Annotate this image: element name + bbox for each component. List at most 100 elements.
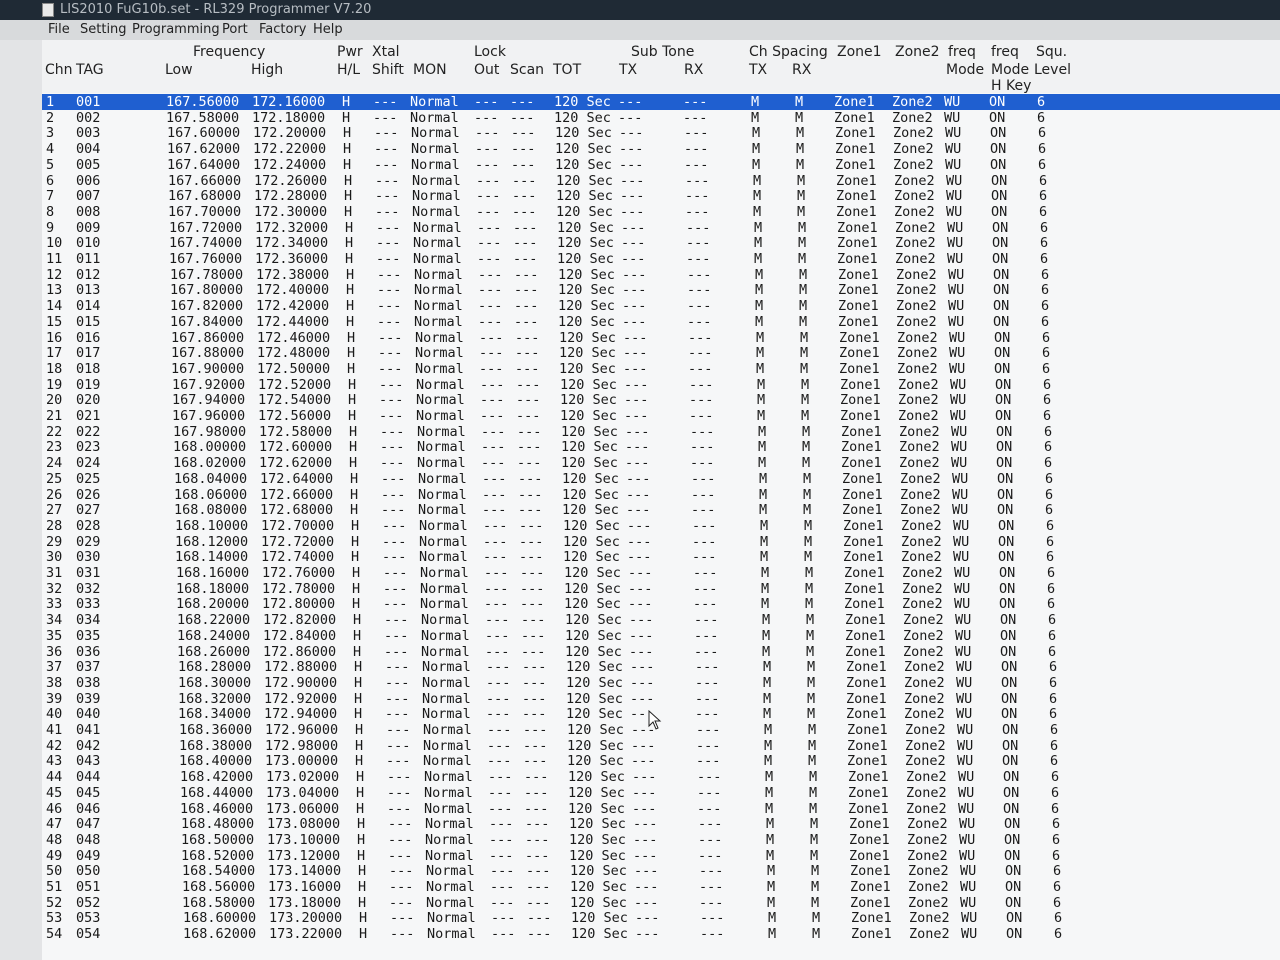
cell-xtal-shift[interactable]: --- xyxy=(384,644,408,660)
cell-freq-mode[interactable]: WU xyxy=(958,769,974,785)
table-row[interactable]: 38 038 168.30000 172.90000 H --- Normal --- --- 1… xyxy=(42,675,1280,691)
cell-scan[interactable]: --- xyxy=(522,706,546,722)
cell-sub-rx[interactable]: --- xyxy=(693,565,717,581)
cell-chn[interactable]: 39 xyxy=(46,691,62,707)
cell-tot[interactable]: 120 Sec xyxy=(571,910,628,926)
cell-lock-out[interactable]: --- xyxy=(483,549,507,565)
table-row[interactable]: 17 017 167.88000 172.48000 H --- Normal --- --- 1… xyxy=(42,345,1280,361)
cell-squ-level[interactable]: 6 xyxy=(1037,94,1045,110)
cell-tag[interactable]: 024 xyxy=(76,455,100,471)
cell-mon[interactable]: Normal xyxy=(418,471,467,487)
cell-h-key[interactable]: ON xyxy=(992,251,1008,267)
cell-ch-tx[interactable]: M xyxy=(767,863,775,879)
table-row[interactable]: 52 052 168.58000 173.18000 H --- Normal --- --- 1… xyxy=(42,895,1280,911)
cell-sub-rx[interactable]: --- xyxy=(692,549,716,565)
cell-pwr[interactable]: H xyxy=(351,534,359,550)
cell-tot[interactable]: 120 Sec xyxy=(556,188,613,204)
cell-high[interactable]: 172.84000 xyxy=(263,628,336,644)
cell-zone2[interactable]: Zone2 xyxy=(903,644,944,660)
cell-lock-out[interactable]: --- xyxy=(488,785,512,801)
cell-scan[interactable]: --- xyxy=(520,581,544,597)
cell-ch-rx[interactable]: M xyxy=(811,895,819,911)
cell-tot[interactable]: 120 Sec xyxy=(562,487,619,503)
cell-sub-tx[interactable]: --- xyxy=(634,879,658,895)
cell-h-key[interactable]: ON xyxy=(1004,832,1020,848)
cell-ch-tx[interactable]: M xyxy=(757,377,765,393)
cell-ch-tx[interactable]: M xyxy=(752,141,760,157)
cell-pwr[interactable]: H xyxy=(354,659,362,675)
cell-sub-rx[interactable]: --- xyxy=(688,361,712,377)
cell-freq-mode[interactable]: WU xyxy=(954,596,970,612)
cell-tag[interactable]: 042 xyxy=(76,738,100,754)
cell-squ-level[interactable]: 6 xyxy=(1039,188,1047,204)
cell-pwr[interactable]: H xyxy=(351,549,359,565)
cell-tag[interactable]: 010 xyxy=(76,235,100,251)
cell-squ-level[interactable]: 6 xyxy=(1043,392,1051,408)
cell-high[interactable]: 172.34000 xyxy=(255,235,328,251)
cell-sub-rx[interactable]: --- xyxy=(691,502,715,518)
cell-high[interactable]: 173.00000 xyxy=(265,753,338,769)
cell-ch-rx[interactable]: M xyxy=(795,94,803,110)
cell-h-key[interactable]: ON xyxy=(999,565,1015,581)
cell-xtal-shift[interactable]: --- xyxy=(388,848,412,864)
cell-tag[interactable]: 001 xyxy=(76,94,100,110)
cell-lock-out[interactable]: --- xyxy=(486,675,510,691)
cell-tag[interactable]: 054 xyxy=(76,926,100,942)
cell-h-key[interactable]: ON xyxy=(994,361,1010,377)
cell-zone1[interactable]: Zone1 xyxy=(839,361,880,377)
header-chspacing[interactable]: Ch Spacing xyxy=(749,44,828,60)
table-row[interactable]: 47 047 168.48000 173.08000 H --- Normal --- --- 1… xyxy=(42,816,1280,832)
cell-chn[interactable]: 52 xyxy=(46,895,62,911)
cell-mon[interactable]: Normal xyxy=(413,220,462,236)
cell-tag[interactable]: 040 xyxy=(76,706,100,722)
cell-sub-rx[interactable]: --- xyxy=(686,251,710,267)
cell-squ-level[interactable]: 6 xyxy=(1047,565,1055,581)
cell-mon[interactable]: Normal xyxy=(417,424,466,440)
cell-chn[interactable]: 42 xyxy=(46,738,62,754)
cell-zone1[interactable]: Zone1 xyxy=(843,549,884,565)
cell-freq-mode[interactable]: WU xyxy=(951,424,967,440)
cell-sub-tx[interactable]: --- xyxy=(625,424,649,440)
table-row[interactable]: 45 045 168.44000 173.04000 H --- Normal --- --- 1… xyxy=(42,785,1280,801)
cell-lock-out[interactable]: --- xyxy=(481,439,505,455)
cell-pwr[interactable]: H xyxy=(344,188,352,204)
cell-xtal-shift[interactable]: --- xyxy=(384,612,408,628)
cell-scan[interactable]: --- xyxy=(516,377,540,393)
cell-zone1[interactable]: Zone1 xyxy=(847,722,888,738)
cell-lock-out[interactable]: --- xyxy=(485,612,509,628)
cell-ch-tx[interactable]: M xyxy=(763,659,771,675)
cell-zone2[interactable]: Zone2 xyxy=(897,330,938,346)
cell-tag[interactable]: 004 xyxy=(76,141,100,157)
cell-mon[interactable]: Normal xyxy=(420,596,469,612)
cell-scan[interactable]: --- xyxy=(526,879,550,895)
cell-h-key[interactable]: ON xyxy=(995,408,1011,424)
cell-xtal-shift[interactable]: --- xyxy=(384,628,408,644)
cell-xtal-shift[interactable]: --- xyxy=(378,361,402,377)
cell-ch-rx[interactable]: M xyxy=(809,801,817,817)
cell-h-key[interactable]: ON xyxy=(1001,691,1017,707)
cell-freq-mode[interactable]: WU xyxy=(960,863,976,879)
cell-zone1[interactable]: Zone1 xyxy=(838,314,879,330)
cell-zone2[interactable]: Zone2 xyxy=(903,628,944,644)
cell-tot[interactable]: 120 Sec xyxy=(555,157,612,173)
cell-h-key[interactable]: ON xyxy=(990,141,1006,157)
cell-xtal-shift[interactable]: --- xyxy=(374,125,398,141)
cell-scan[interactable]: --- xyxy=(516,408,540,424)
cell-squ-level[interactable]: 6 xyxy=(1047,581,1055,597)
table-row[interactable]: 51 051 168.56000 173.16000 H --- Normal --- --- 1… xyxy=(42,879,1280,895)
cell-squ-level[interactable]: 6 xyxy=(1041,298,1049,314)
cell-high[interactable]: 172.46000 xyxy=(257,330,330,346)
cell-scan[interactable]: --- xyxy=(518,502,542,518)
cell-zone2[interactable]: Zone2 xyxy=(905,753,946,769)
cell-ch-rx[interactable]: M xyxy=(801,392,809,408)
cell-low[interactable]: 168.16000 xyxy=(176,565,249,581)
cell-tot[interactable]: 120 Sec xyxy=(562,502,619,518)
cell-low[interactable]: 167.94000 xyxy=(172,392,245,408)
cell-mon[interactable]: Normal xyxy=(427,910,476,926)
cell-ch-tx[interactable]: M xyxy=(768,926,776,942)
cell-lock-out[interactable]: --- xyxy=(491,910,515,926)
header-chspacing-tx[interactable]: TX xyxy=(749,62,767,78)
cell-ch-rx[interactable]: M xyxy=(806,644,814,660)
cell-high[interactable]: 173.08000 xyxy=(267,816,340,832)
cell-ch-rx[interactable]: M xyxy=(799,314,807,330)
